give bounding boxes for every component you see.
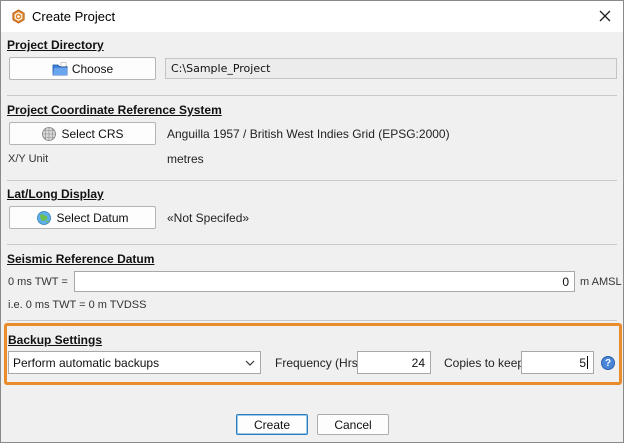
frequency-value: 24 xyxy=(411,355,425,370)
cancel-label: Cancel xyxy=(334,417,372,432)
xy-unit-value: metres xyxy=(167,152,204,166)
twt-input[interactable]: 0 xyxy=(74,271,575,292)
title-bar: Create Project xyxy=(1,1,623,32)
backup-mode-select[interactable]: Perform automatic backups xyxy=(8,351,261,374)
cancel-button[interactable]: Cancel xyxy=(317,414,389,435)
divider xyxy=(7,180,617,181)
chevron-down-icon xyxy=(245,360,255,366)
copies-value: 5 xyxy=(579,355,586,370)
latlong-heading: Lat/Long Display xyxy=(7,187,104,201)
datum-value: «Not Specifed» xyxy=(167,211,250,225)
twt-value: 0 xyxy=(562,274,569,289)
divider xyxy=(7,320,617,321)
backup-mode-value: Perform automatic backups xyxy=(13,355,160,370)
divider xyxy=(7,95,617,96)
globe-grid-icon xyxy=(42,126,57,141)
seismic-heading: Seismic Reference Datum xyxy=(7,252,155,266)
create-project-dialog: Create Project Project Directory Choose … xyxy=(0,0,624,443)
choose-label: Choose xyxy=(71,61,114,76)
crs-heading: Project Coordinate Reference System xyxy=(7,103,222,117)
app-logo-icon xyxy=(12,9,25,24)
globe-icon xyxy=(37,210,52,225)
close-button[interactable] xyxy=(591,3,619,29)
copies-input[interactable]: 5 xyxy=(521,351,594,374)
text-caret xyxy=(587,356,588,369)
divider xyxy=(7,244,617,245)
window-title: Create Project xyxy=(32,9,116,24)
select-datum-label: Select Datum xyxy=(56,210,129,225)
select-crs-button[interactable]: Select CRS xyxy=(9,122,156,145)
choose-directory-button[interactable]: Choose xyxy=(9,57,156,80)
folder-icon xyxy=(52,61,68,75)
project-path-field: C:\Sample_Project xyxy=(165,58,617,79)
crs-value: Anguilla 1957 / British West Indies Grid… xyxy=(167,127,450,141)
select-datum-button[interactable]: Select Datum xyxy=(9,206,156,229)
backup-heading: Backup Settings xyxy=(8,333,103,347)
frequency-input[interactable]: 24 xyxy=(357,351,431,374)
create-label: Create xyxy=(253,417,291,432)
select-crs-label: Select CRS xyxy=(61,126,124,141)
project-path-value: C:\Sample_Project xyxy=(171,62,271,75)
twt-label: 0 ms TWT = xyxy=(8,276,68,288)
xy-unit-label: X/Y Unit xyxy=(8,153,49,165)
create-button[interactable]: Create xyxy=(236,414,308,435)
close-icon xyxy=(599,10,611,22)
copies-label: Copies to keep xyxy=(444,356,525,370)
twt-unit: m AMSL xyxy=(580,276,622,288)
frequency-label: Frequency (Hrs) xyxy=(275,356,362,370)
seismic-note: i.e. 0 ms TWT = 0 m TVDSS xyxy=(8,299,147,311)
help-icon[interactable]: ? xyxy=(601,356,615,370)
project-directory-heading: Project Directory xyxy=(7,38,104,52)
